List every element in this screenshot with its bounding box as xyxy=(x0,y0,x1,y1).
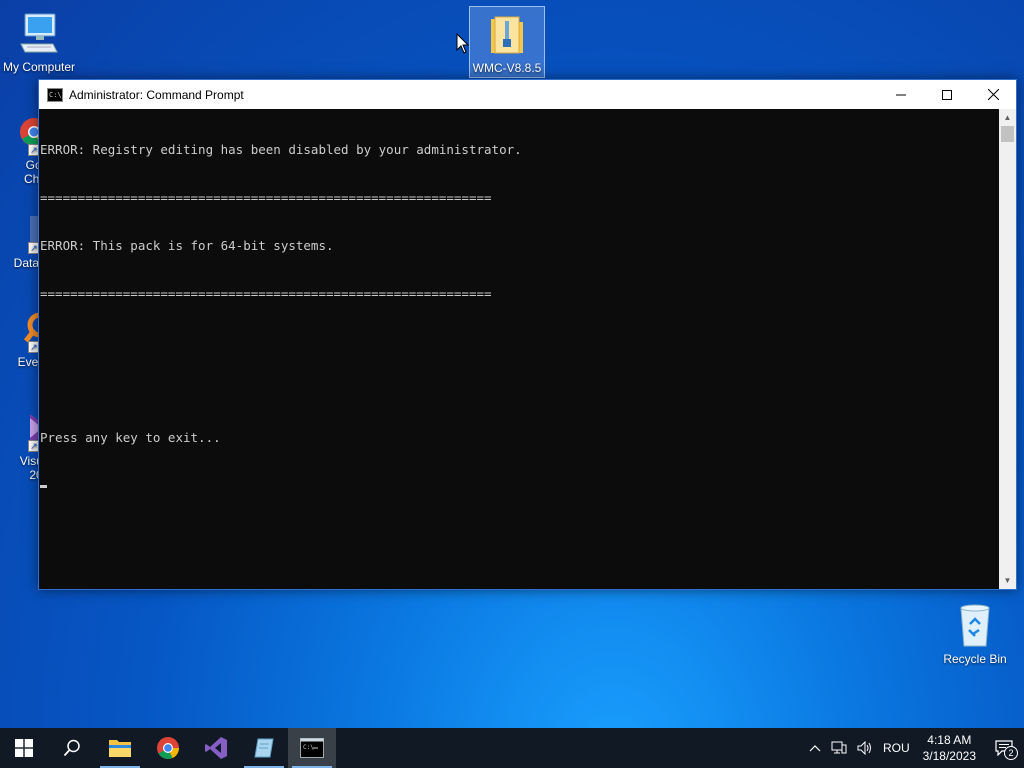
volume-button[interactable] xyxy=(852,728,878,768)
command-prompt-window[interactable]: C:\_ Administrator: Command Prompt ERROR… xyxy=(38,79,1017,590)
taskbar-notepad-app[interactable] xyxy=(240,728,288,768)
command-prompt-icon: C:\ xyxy=(300,738,324,758)
visual-studio-icon xyxy=(205,737,227,759)
notification-count-badge: 2 xyxy=(1004,746,1018,760)
network-icon xyxy=(831,741,847,754)
clock-date: 3/18/2023 xyxy=(922,749,976,763)
scroll-down-arrow-icon[interactable]: ▼ xyxy=(999,572,1016,589)
taskbar-chrome[interactable] xyxy=(144,728,192,768)
computer-icon xyxy=(15,10,63,58)
recycle-bin-icon xyxy=(951,602,999,650)
console-line: ========================================… xyxy=(40,286,492,301)
close-button[interactable] xyxy=(970,80,1016,109)
minimize-icon xyxy=(896,94,906,95)
archive-folder-icon xyxy=(483,11,531,59)
desktop-icon-label: Recycle Bin xyxy=(943,652,1007,666)
taskbar-command-prompt[interactable]: C:\ xyxy=(288,728,336,768)
console-line: ERROR: Registry editing has been disable… xyxy=(40,142,522,157)
windows-logo-icon xyxy=(15,739,33,757)
close-icon xyxy=(987,89,999,100)
svg-text:C:\: C:\ xyxy=(303,744,314,751)
vertical-scrollbar[interactable]: ▲ ▼ xyxy=(999,109,1016,589)
search-button[interactable] xyxy=(48,728,96,768)
speaker-icon xyxy=(857,741,871,755)
folder-icon xyxy=(109,740,131,757)
chevron-up-icon xyxy=(809,745,821,752)
taskbar-file-explorer[interactable] xyxy=(96,728,144,768)
system-tray: ROU 4:18 AM 3/18/2023 2 xyxy=(804,728,1024,768)
minimize-button[interactable] xyxy=(878,80,924,109)
selection-highlight: WMC-V8.8.5 xyxy=(469,6,545,78)
desktop-icon-label: WMC-V8.8.5 xyxy=(472,61,542,75)
taskbar: C:\ ROU 4:18 AM 3/18/2023 2 xyxy=(0,728,1024,768)
scroll-up-arrow-icon[interactable]: ▲ xyxy=(999,109,1016,126)
cmd-app-icon: C:\_ xyxy=(47,87,66,102)
clock[interactable]: 4:18 AM 3/18/2023 xyxy=(915,732,984,764)
search-icon xyxy=(63,739,80,757)
text-cursor xyxy=(40,485,47,488)
maximize-icon xyxy=(942,89,952,100)
action-center-button[interactable]: 2 xyxy=(984,728,1024,768)
scroll-thumb[interactable] xyxy=(1001,126,1014,142)
window-titlebar[interactable]: C:\_ Administrator: Command Prompt xyxy=(39,80,1016,109)
input-language-indicator[interactable]: ROU xyxy=(878,728,915,768)
desktop-icon-label: My Computer xyxy=(2,60,76,74)
mouse-pointer-icon xyxy=(456,33,470,54)
chrome-icon xyxy=(157,737,179,759)
show-hidden-icons-button[interactable] xyxy=(804,728,826,768)
console-output[interactable]: ERROR: Registry editing has been disable… xyxy=(39,109,1000,589)
start-button[interactable] xyxy=(0,728,48,768)
network-button[interactable] xyxy=(826,728,852,768)
maximize-button[interactable] xyxy=(924,80,970,109)
console-line: ========================================… xyxy=(40,190,492,205)
desktop-icon-my-computer[interactable]: My Computer xyxy=(1,10,77,74)
notepad-icon xyxy=(254,738,274,758)
desktop-icon-recycle-bin[interactable]: Recycle Bin xyxy=(937,602,1013,666)
console-line: Press any key to exit... xyxy=(40,430,221,445)
console-line: ERROR: This pack is for 64-bit systems. xyxy=(40,238,334,253)
clock-time: 4:18 AM xyxy=(927,733,972,747)
console-cursor-line xyxy=(40,478,1000,494)
desktop-icon-wmc-folder[interactable]: WMC-V8.8.5 xyxy=(469,6,545,78)
window-title: Administrator: Command Prompt xyxy=(69,87,244,102)
taskbar-visual-studio[interactable] xyxy=(192,728,240,768)
